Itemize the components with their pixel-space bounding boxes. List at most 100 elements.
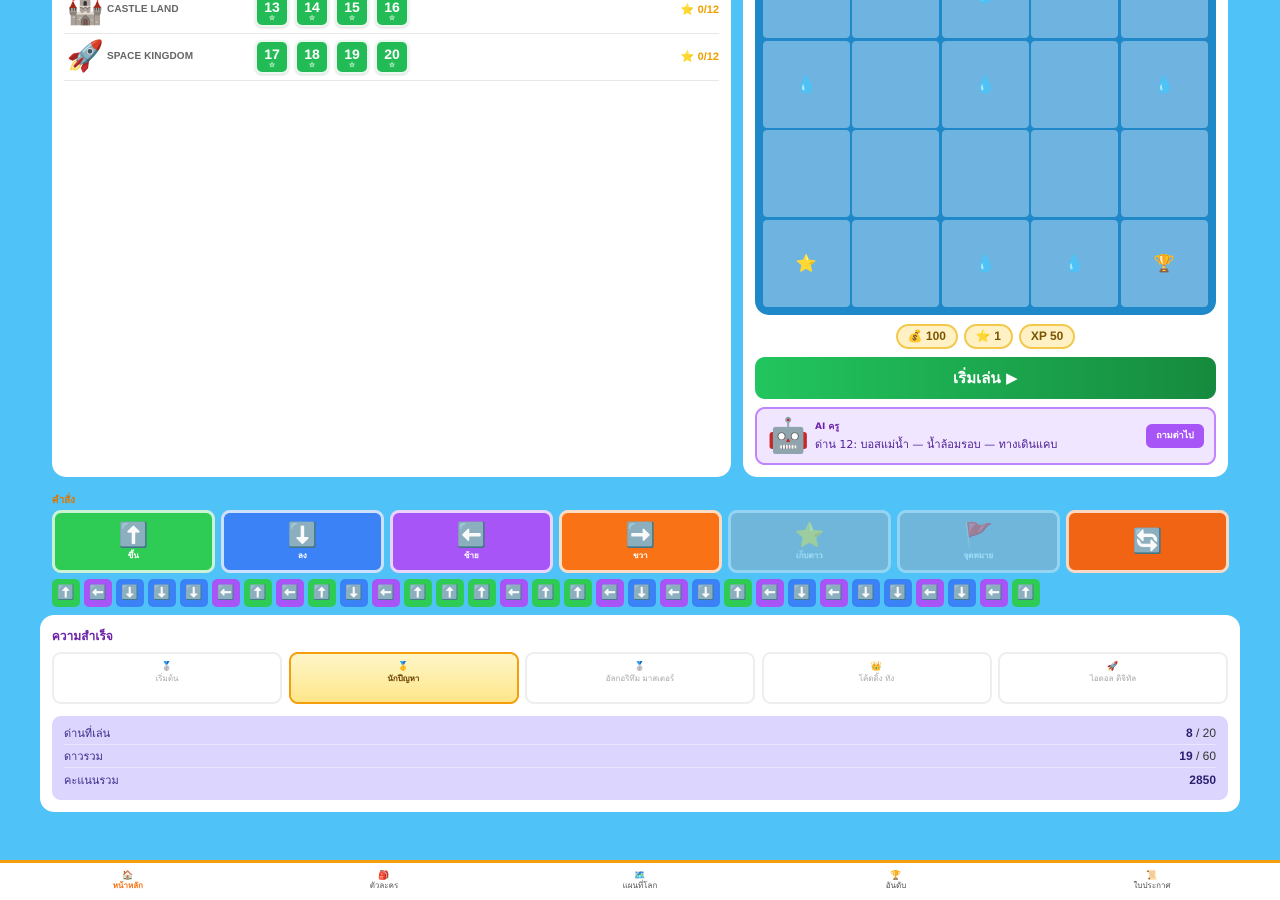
nav-label: อันดับ xyxy=(885,881,907,890)
level-star-icon: ☆ xyxy=(268,61,276,69)
sequence-step-down-icon[interactable]: ⬇️ xyxy=(116,579,144,607)
arrow-right-icon: ➡️ xyxy=(625,521,656,549)
sequence-step-up-icon[interactable]: ⬆️ xyxy=(436,579,464,607)
level-star-icon: ☆ xyxy=(308,61,316,69)
sequence-step-up-icon[interactable]: ⬆️ xyxy=(564,579,592,607)
level-button-13[interactable]: 13 ☆ xyxy=(255,0,289,27)
command-up-button[interactable]: ⬆️ ขึ้น xyxy=(52,510,215,573)
world-name: SPACE KINGDOM xyxy=(107,51,194,62)
badge-label: เริ่มต้น xyxy=(155,674,179,683)
ask-ai-button[interactable]: ถามต่าไป xyxy=(1146,424,1204,448)
command-label: จุดหมาย xyxy=(963,551,994,560)
board-cell xyxy=(1031,130,1118,217)
sequence-step-down-icon[interactable]: ⬇️ xyxy=(884,579,912,607)
sequence-step-left-icon[interactable]: ⬅️ xyxy=(820,579,848,607)
sequence-step-down-icon[interactable]: ⬇️ xyxy=(788,579,816,607)
sequence-step-up-icon[interactable]: ⬆️ xyxy=(404,579,432,607)
level-button-20[interactable]: 20 ☆ xyxy=(375,39,409,74)
level-star-icon: ☆ xyxy=(348,14,356,22)
command-right-button[interactable]: ➡️ ขวา xyxy=(559,510,722,573)
home-icon: 🏠 xyxy=(122,871,134,881)
sequence-step-left-icon[interactable]: ⬅️ xyxy=(980,579,1008,607)
level-star-icon: ☆ xyxy=(308,14,316,22)
level-button-16[interactable]: 16 ☆ xyxy=(375,0,409,27)
level-button-15[interactable]: 15 ☆ xyxy=(335,0,369,27)
scroll-icon: 📜 xyxy=(1146,871,1158,881)
sequence-step-up-icon[interactable]: ⬆️ xyxy=(52,579,80,607)
board-cell: 💧 xyxy=(1031,220,1118,307)
board-cell xyxy=(852,0,939,38)
sequence-step-left-icon[interactable]: ⬅️ xyxy=(596,579,624,607)
world-name: CASTLE LAND xyxy=(107,4,179,15)
nav-world-map[interactable]: 🗺️ แผนที่โลก xyxy=(512,863,768,900)
medal-icon: 🥈 xyxy=(634,662,646,672)
water-drop-icon: 💧 xyxy=(1153,74,1176,95)
nav-label: ใบประกาศ xyxy=(1133,881,1171,890)
command-label: ขวา xyxy=(633,551,648,560)
sequence-step-down-icon[interactable]: ⬇️ xyxy=(180,579,208,607)
bottom-nav: 🏠 หน้าหลัก 🎒 ตัวละคร 🗺️ แผนที่โลก 🏆 อันดับ 📜 ใบปร… xyxy=(0,860,1280,900)
nav-certificate[interactable]: 📜 ใบประกาศ xyxy=(1024,863,1280,900)
sequence-step-down-icon[interactable]: ⬇️ xyxy=(852,579,880,607)
sequence-step-left-icon[interactable]: ⬅️ xyxy=(660,579,688,607)
stat-total-score: คะแนนรวม 2850 xyxy=(64,772,1216,787)
sequence-step-down-icon[interactable]: ⬇️ xyxy=(340,579,368,607)
sequence-step-up-icon[interactable]: ⬆️ xyxy=(244,579,272,607)
achievements-title: ความสำเร็จ xyxy=(52,629,114,643)
board-cell xyxy=(1121,130,1208,217)
commands-title: คำสั่ง xyxy=(52,495,76,506)
nav-home[interactable]: 🏠 หน้าหลัก xyxy=(0,863,256,900)
command-left-button[interactable]: ⬅️ ซ้าย xyxy=(390,510,553,573)
progress-stats: ด่านที่เล่น 8 / 20 ดาวรวม 19 / 60 คะแนนร… xyxy=(52,716,1228,800)
command-label: ขึ้น xyxy=(128,551,139,560)
nav-label: หน้าหลัก xyxy=(112,881,144,890)
command-label: เก็บดาว xyxy=(796,551,823,560)
game-panel: 💧 💧 💧 💧 ⭐ 💧 💧 🏆 💰 100 ⭐ 1 XP 50 เริ่มเล่… xyxy=(743,0,1228,477)
badge-problem-solver: 🥇 นักปีญหา xyxy=(288,652,519,704)
badge-beginner: 🥈 เริ่มต้น xyxy=(52,652,282,704)
arrow-down-icon: ⬇️ xyxy=(287,521,318,549)
sequence-step-left-icon[interactable]: ⬅️ xyxy=(916,579,944,607)
badge-label: ไอดอล ดิจิทัล xyxy=(1089,674,1137,683)
sequence-step-up-icon[interactable]: ⬆️ xyxy=(532,579,560,607)
nav-label: แผนที่โลก xyxy=(622,881,658,890)
sequence-step-down-icon[interactable]: ⬇️ xyxy=(692,579,720,607)
stat-pills: 💰 100 ⭐ 1 XP 50 xyxy=(743,324,1228,349)
command-reset-button[interactable]: 🔄 xyxy=(1066,510,1229,573)
badge-coding-king: 👑 โค้ดดิ้ง ทัง xyxy=(761,652,992,704)
sequence-step-up-icon[interactable]: ⬆️ xyxy=(724,579,752,607)
sequence-step-up-icon[interactable]: ⬆️ xyxy=(468,579,496,607)
command-down-button[interactable]: ⬇️ ลง xyxy=(221,510,384,573)
trophy-icon: 🏆 xyxy=(1153,253,1176,274)
command-collect-star-button[interactable]: ⭐ เก็บดาว xyxy=(728,510,891,573)
nav-leaderboard[interactable]: 🏆 อันดับ xyxy=(768,863,1024,900)
start-button[interactable]: เริ่มเล่น ▶ xyxy=(755,357,1216,399)
sequence-step-up-icon[interactable]: ⬆️ xyxy=(308,579,336,607)
sequence-step-left-icon[interactable]: ⬅️ xyxy=(212,579,240,607)
level-star-icon: ☆ xyxy=(388,14,396,22)
board-cell xyxy=(763,130,850,217)
sequence-step-up-icon[interactable]: ⬆️ xyxy=(1012,579,1040,607)
board-cell xyxy=(763,0,850,38)
level-button-18[interactable]: 18 ☆ xyxy=(295,39,329,74)
ai-teacher-box: 🤖 AI ครู ด่าน 12: บอสแม่น้ำ — น้ำล้อมรอบ… xyxy=(755,407,1216,465)
level-button-19[interactable]: 19 ☆ xyxy=(335,39,369,74)
board-cell xyxy=(852,220,939,307)
sequence-step-down-icon[interactable]: ⬇️ xyxy=(148,579,176,607)
refresh-icon: 🔄 xyxy=(1132,527,1163,555)
level-button-14[interactable]: 14 ☆ xyxy=(295,0,329,27)
stat-total-stars: ดาวรวม 19 / 60 xyxy=(64,745,1216,768)
sequence-step-down-icon[interactable]: ⬇️ xyxy=(948,579,976,607)
level-button-17[interactable]: 17 ☆ xyxy=(255,39,289,74)
sequence-step-down-icon[interactable]: ⬇️ xyxy=(628,579,656,607)
ai-message: ด่าน 12: บอสแม่น้ำ — น้ำล้อมรอบ — ทางเดิ… xyxy=(815,438,1058,451)
command-goal-button[interactable]: 🚩 จุดหมาย xyxy=(897,510,1060,573)
nav-character[interactable]: 🎒 ตัวละคร xyxy=(256,863,512,900)
sequence-step-left-icon[interactable]: ⬅️ xyxy=(756,579,784,607)
sequence-step-left-icon[interactable]: ⬅️ xyxy=(84,579,112,607)
sequence-step-left-icon[interactable]: ⬅️ xyxy=(500,579,528,607)
sequence-step-left-icon[interactable]: ⬅️ xyxy=(372,579,400,607)
sequence-step-left-icon[interactable]: ⬅️ xyxy=(276,579,304,607)
castle-icon: 🏰 xyxy=(66,0,105,27)
board-cell xyxy=(852,130,939,217)
